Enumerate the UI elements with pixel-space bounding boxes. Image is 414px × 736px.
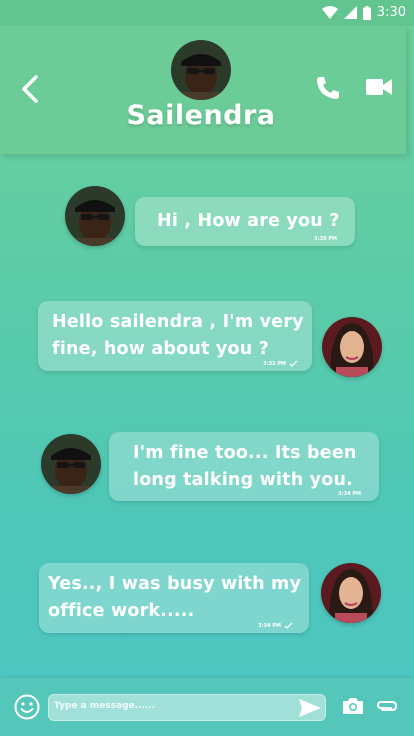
- signal-icon: [343, 6, 357, 19]
- message-bubble[interactable]: Hi , How are you ? 3:30 PM: [135, 197, 355, 246]
- message-composer: Type a message......: [0, 678, 414, 736]
- message-bubble[interactable]: Yes.., I was busy with my office work...…: [39, 563, 309, 633]
- avatar: [41, 434, 101, 494]
- avatar: [321, 563, 381, 623]
- message-text: I'm fine too... Its been long talking wi…: [133, 443, 357, 490]
- chat-header: Sailendra: [0, 26, 406, 154]
- contact-avatar[interactable]: [171, 40, 231, 100]
- message-bubble[interactable]: Hello sailendra , I'm very fine, how abo…: [38, 301, 312, 371]
- message-text: Hi , How are you ?: [157, 211, 340, 231]
- phone-icon[interactable]: [314, 74, 342, 102]
- contact-name: Sailendra: [126, 100, 276, 131]
- video-camera-icon[interactable]: [366, 76, 392, 98]
- message-time: 3:30 PM: [314, 236, 337, 242]
- paperclip-icon[interactable]: [376, 698, 398, 714]
- message-time: 3:32 PM: [263, 360, 298, 367]
- message-text: Yes.., I was busy with my office work...…: [48, 574, 302, 621]
- message-time: 3:34 PM: [258, 622, 293, 629]
- avatar: [65, 186, 125, 246]
- send-icon[interactable]: [298, 698, 322, 718]
- battery-icon: [362, 5, 371, 20]
- smiley-icon[interactable]: [14, 694, 40, 720]
- camera-icon[interactable]: [342, 696, 364, 716]
- message-input-placeholder: Type a message......: [54, 701, 156, 711]
- status-icons: 3:30: [321, 5, 406, 20]
- status-time: 3:30: [376, 5, 406, 20]
- message-input[interactable]: Type a message......: [48, 694, 326, 721]
- message-time: 3:34 PM: [338, 491, 361, 497]
- message-bubble[interactable]: I'm fine too... Its been long talking wi…: [109, 432, 379, 501]
- read-check-icon: [284, 622, 293, 629]
- read-check-icon: [289, 360, 298, 367]
- status-bar: 3:30: [0, 0, 414, 26]
- avatar: [322, 317, 382, 377]
- wifi-icon: [321, 6, 338, 19]
- message-text: Hello sailendra , I'm very fine, how abo…: [52, 312, 304, 359]
